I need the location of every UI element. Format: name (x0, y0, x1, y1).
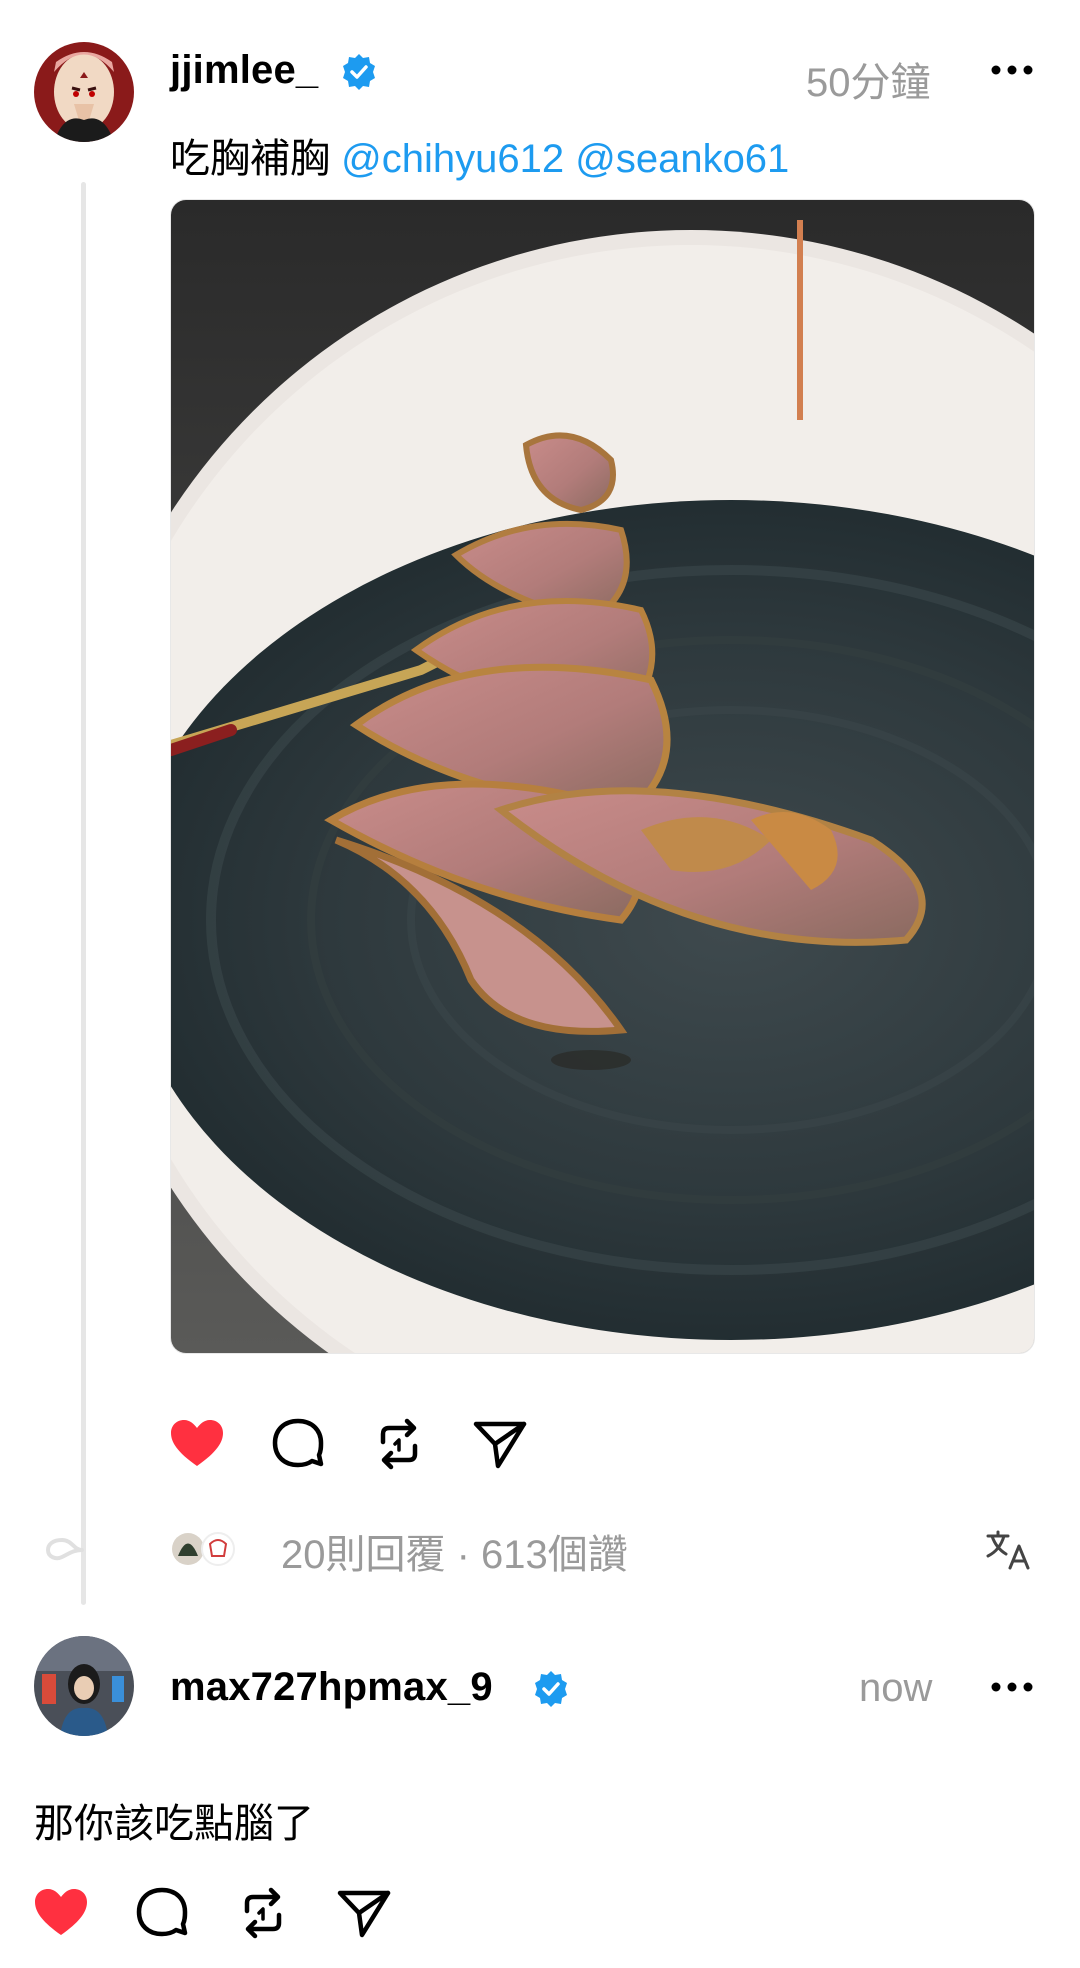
mention-link-seanko61[interactable]: @seanko61 (575, 137, 789, 181)
thread-connector-line (81, 182, 86, 1605)
thread-loop-icon (45, 1537, 84, 1561)
comment-icon[interactable] (132, 1883, 192, 1943)
replier-avatars (172, 1532, 235, 1566)
post-image[interactable] (170, 199, 1035, 1354)
reply-text: 那你該吃點腦了 (34, 1802, 314, 1846)
heart-icon[interactable] (167, 1414, 227, 1474)
heart-icon[interactable] (31, 1883, 91, 1943)
more-icon[interactable] (990, 1681, 1034, 1693)
reply-username[interactable]: max727hpmax_9 (170, 1665, 493, 1710)
reply-timestamp: now (859, 1666, 933, 1710)
verified-badge-icon (535, 1671, 567, 1707)
repost-icon[interactable] (369, 1414, 429, 1474)
post-text: 吃胸補胸 @chihyu612 @seanko61 (170, 126, 789, 184)
repost-icon[interactable] (233, 1883, 293, 1943)
avatar-max727hpmax[interactable] (34, 1636, 134, 1736)
post-body-text: 吃胸補胸 (170, 137, 330, 181)
share-icon[interactable] (334, 1883, 394, 1943)
mention-link-chihyu612[interactable]: @chihyu612 (341, 137, 564, 181)
comment-icon[interactable] (268, 1414, 328, 1474)
verified-badge-icon (343, 54, 375, 90)
more-icon[interactable] (990, 64, 1034, 76)
avatar-jjimlee[interactable] (34, 42, 134, 142)
post-stats[interactable]: 20則回覆 · 613個讚 (281, 1522, 628, 1580)
post-timestamp: 50分鐘 (806, 61, 931, 105)
share-icon[interactable] (470, 1414, 530, 1474)
post-username[interactable]: jjimlee_ (170, 48, 318, 93)
translate-icon[interactable] (984, 1528, 1032, 1572)
